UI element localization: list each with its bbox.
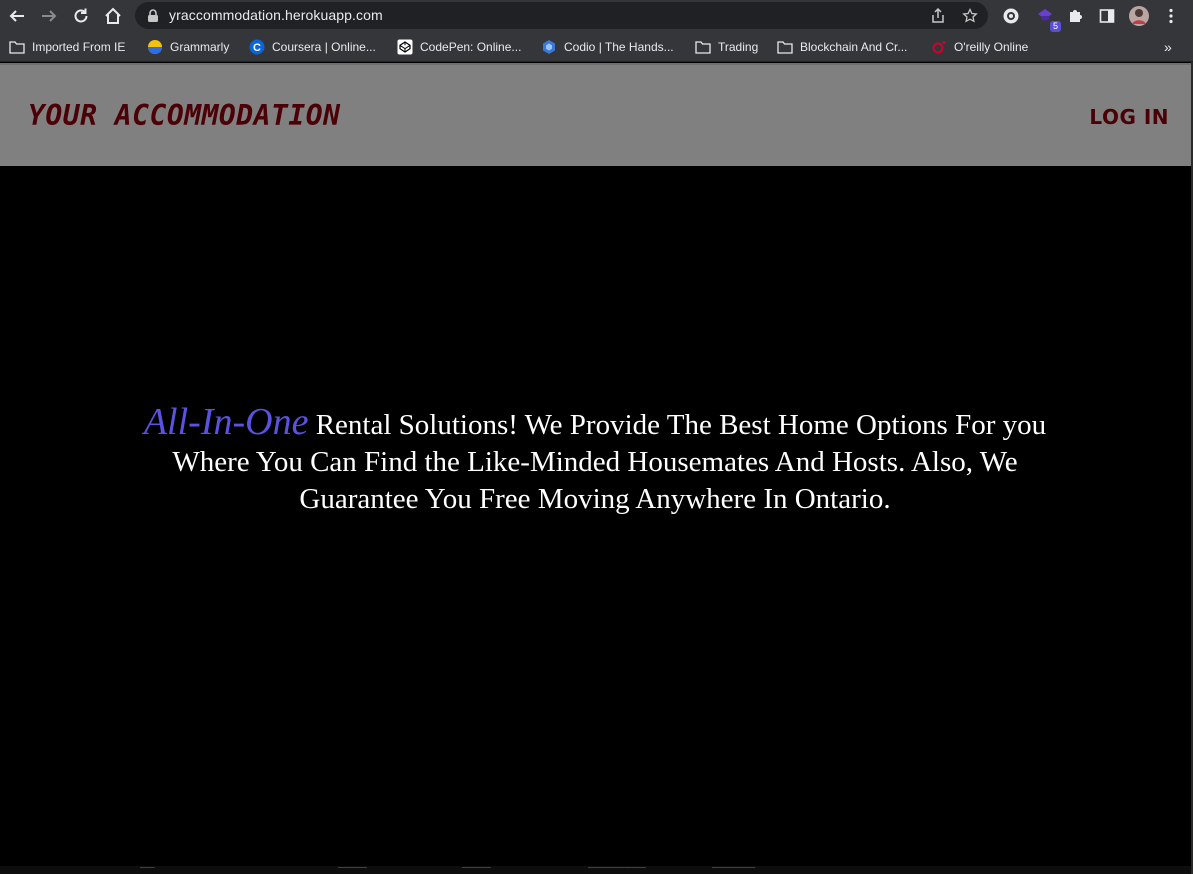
hero-tagline: All-In-One Rental Solutions! We Provide … bbox=[110, 401, 1080, 518]
folder-icon bbox=[9, 39, 25, 55]
address-bar[interactable]: yraccommodation.herokuapp.com bbox=[135, 2, 988, 29]
bookmark-label: Codio | The Hands... bbox=[564, 40, 674, 54]
site-header: YOUR ACCOMMODATION LOG IN bbox=[0, 63, 1191, 166]
puzzle-icon[interactable] bbox=[1063, 4, 1087, 28]
extension-badge: 5 bbox=[1049, 21, 1061, 32]
url-text[interactable]: yraccommodation.herokuapp.com bbox=[169, 7, 383, 23]
codepen-icon bbox=[397, 39, 413, 55]
reload-icon[interactable] bbox=[69, 4, 93, 28]
bookmark-oreilly[interactable]: O'reilly Online bbox=[931, 37, 1028, 57]
brand-logo[interactable]: YOUR ACCOMMODATION bbox=[28, 99, 340, 132]
bookmark-label: Coursera | Online... bbox=[272, 40, 376, 54]
bookmark-codio[interactable]: Codio | The Hands... bbox=[541, 37, 674, 57]
login-link[interactable]: LOG IN bbox=[1089, 105, 1169, 129]
menu-kebab-icon[interactable] bbox=[1159, 4, 1183, 28]
bookmark-trading[interactable]: Trading bbox=[695, 37, 758, 57]
folder-icon bbox=[695, 39, 711, 55]
bookmark-star-icon[interactable] bbox=[960, 6, 980, 26]
bookmarks-overflow-button[interactable]: » bbox=[1164, 37, 1172, 57]
grammarly-icon bbox=[147, 39, 163, 55]
browser-toolbar: yraccommodation.herokuapp.com 5 bbox=[0, 0, 1193, 32]
avatar[interactable] bbox=[1127, 4, 1151, 28]
bookmark-label: Blockchain And Cr... bbox=[800, 40, 908, 54]
svg-text:C: C bbox=[253, 42, 261, 54]
hero-section: All-In-One Rental Solutions! We Provide … bbox=[0, 166, 1191, 872]
bookmark-label: Trading bbox=[718, 40, 759, 54]
bookmark-coursera[interactable]: C Coursera | Online... bbox=[249, 37, 376, 57]
lock-icon[interactable] bbox=[143, 6, 163, 26]
bookmark-grammarly[interactable]: Grammarly bbox=[147, 37, 229, 57]
back-icon[interactable] bbox=[5, 4, 29, 28]
extension-icon[interactable]: 5 bbox=[1033, 4, 1061, 32]
bookmark-label: Imported From IE bbox=[32, 40, 126, 54]
forward-icon[interactable] bbox=[37, 4, 61, 28]
codio-icon bbox=[541, 39, 557, 55]
side-panel-icon[interactable] bbox=[1095, 4, 1119, 28]
bookmark-label: CodePen: Online... bbox=[420, 40, 522, 54]
folder-icon bbox=[777, 39, 793, 55]
bookmark-blockchain[interactable]: Blockchain And Cr... bbox=[777, 37, 907, 57]
oreilly-icon bbox=[931, 39, 947, 55]
share-icon[interactable] bbox=[928, 6, 948, 26]
coursera-icon: C bbox=[249, 39, 265, 55]
bookmark-imported-from-ie[interactable]: Imported From IE bbox=[9, 37, 125, 57]
bookmarks-bar: Imported From IE Grammarly C Coursera | … bbox=[0, 32, 1193, 62]
bookmark-label: O'reilly Online bbox=[954, 40, 1029, 54]
bookmark-label: Grammarly bbox=[170, 40, 230, 54]
profile-extension-icon[interactable] bbox=[999, 4, 1023, 28]
home-icon[interactable] bbox=[101, 4, 125, 28]
bookmark-codepen[interactable]: CodePen: Online... bbox=[397, 37, 521, 57]
background-window-strip: —— ———— ———— ———————— —————— bbox=[0, 866, 1191, 874]
hero-accent-text: All-In-One bbox=[143, 401, 309, 443]
